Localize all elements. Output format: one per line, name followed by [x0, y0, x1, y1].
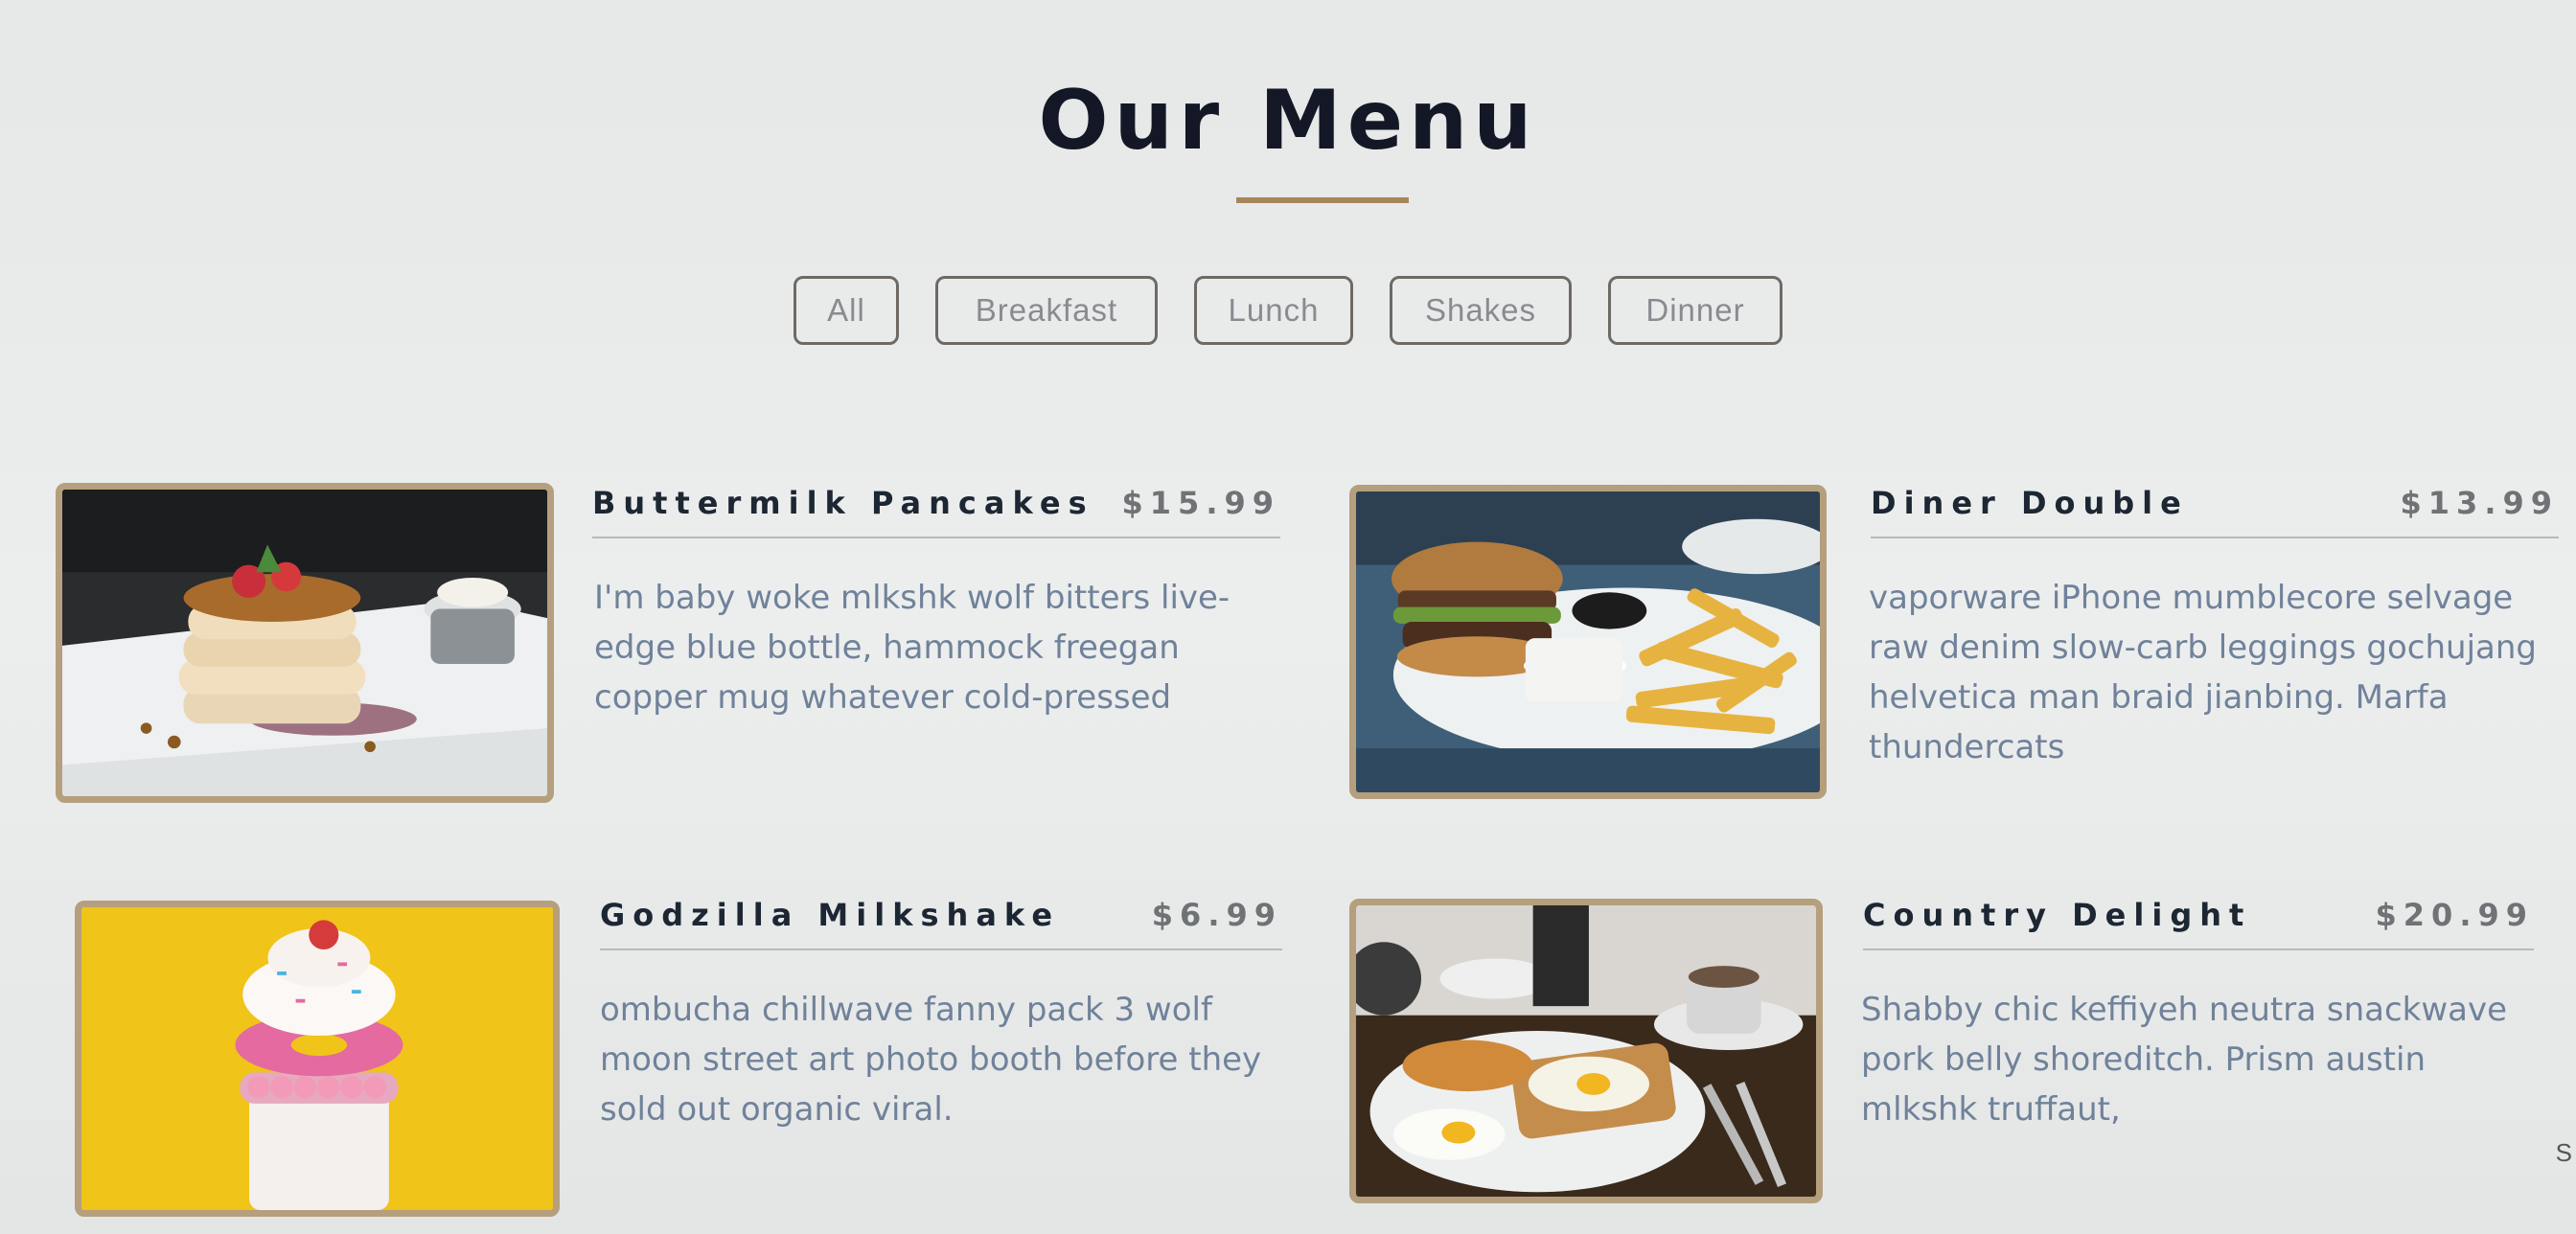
item-price: $6.99	[1151, 897, 1282, 933]
item-name: Diner Double	[1871, 485, 2189, 521]
title-underline	[1236, 197, 1409, 203]
filter-breakfast-button[interactable]: Breakfast	[935, 276, 1158, 345]
item-description: I'm baby woke mlkshk wolf bitters live-e…	[594, 579, 1230, 717]
item-header: Country Delight $20.99	[1863, 897, 2534, 950]
filter-shakes-button[interactable]: Shakes	[1390, 276, 1572, 345]
item-price: $20.99	[2375, 897, 2534, 933]
breakfast-plate-photo	[1349, 899, 1823, 1203]
item-price: $15.99	[1121, 485, 1280, 521]
item-name: Buttermilk Pancakes	[592, 485, 1094, 521]
item-header: Godzilla Milkshake $6.99	[600, 897, 1282, 950]
page-title: Our Menu	[1038, 73, 1538, 169]
item-name: Country Delight	[1863, 897, 2252, 933]
milkshake-photo	[75, 901, 560, 1217]
burger-fries-photo	[1349, 485, 1827, 799]
filter-dinner-button[interactable]: Dinner	[1608, 276, 1782, 345]
filter-all-button[interactable]: All	[794, 276, 899, 345]
item-description: ombucha chillwave fanny pack 3 wolf moon…	[600, 991, 1262, 1129]
item-header: Diner Double $13.99	[1871, 485, 2559, 538]
edge-text: S	[2555, 1138, 2572, 1167]
item-price: $13.99	[2400, 485, 2559, 521]
item-header: Buttermilk Pancakes $15.99	[592, 485, 1280, 538]
filter-lunch-button[interactable]: Lunch	[1194, 276, 1353, 345]
item-description: vaporware iPhone mumblecore selvage raw …	[1869, 579, 2537, 766]
item-description: Shabby chic keffiyeh neutra snackwave po…	[1861, 991, 2508, 1129]
menu-page: Our Menu All Breakfast Lunch Shakes Dinn…	[0, 0, 2576, 1234]
filter-bar: All Breakfast Lunch Shakes Dinner	[0, 276, 2576, 345]
item-name: Godzilla Milkshake	[600, 897, 1061, 933]
pancakes-photo	[56, 483, 554, 803]
